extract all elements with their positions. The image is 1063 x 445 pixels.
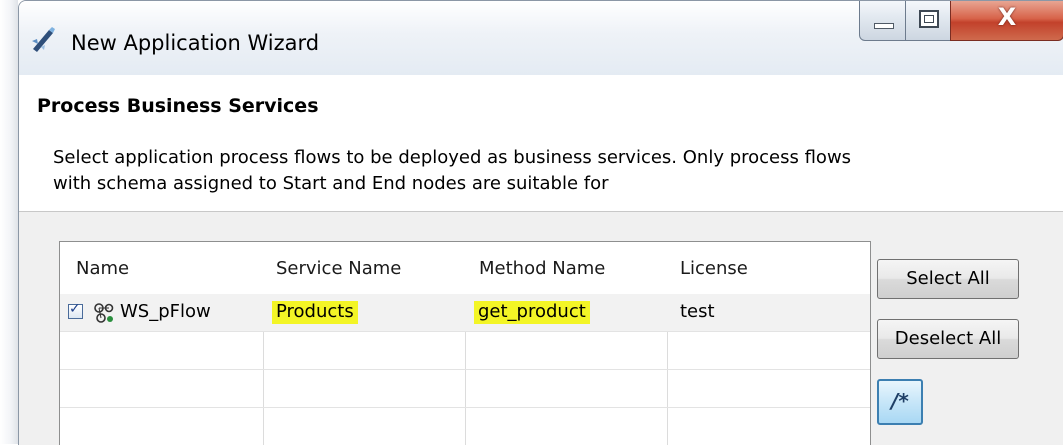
page-description: Select application process flows to be d… <box>53 147 852 194</box>
select-all-button[interactable]: Select All <box>877 259 1019 299</box>
column-header-service-name[interactable]: Service Name <box>276 258 401 279</box>
table-header: Name Service Name Method Name License <box>60 242 870 294</box>
column-header-name[interactable]: Name <box>76 258 129 279</box>
page-title: Process Business Services <box>37 95 319 117</box>
table-row <box>60 332 870 370</box>
cell-name: WS_pFlow <box>120 301 211 322</box>
process-flow-icon <box>94 303 114 323</box>
cell-service-name[interactable]: Products <box>272 301 358 324</box>
row-checkbox[interactable]: ✓ <box>68 301 83 319</box>
wizard-window: New Application Wizard X Process Busines… <box>18 0 1063 445</box>
window-controls: X <box>859 1 1063 43</box>
comment-button[interactable]: /* <box>877 379 923 425</box>
table-row <box>60 370 870 408</box>
minimize-icon <box>874 23 894 29</box>
cell-method-name[interactable]: get_product <box>474 301 590 324</box>
deselect-all-button[interactable]: Deselect All <box>877 319 1019 359</box>
wizard-wand-icon <box>32 27 55 52</box>
column-header-license[interactable]: License <box>680 258 748 279</box>
desktop-background <box>0 0 18 444</box>
wizard-header: Process Business Services Select applica… <box>19 75 1063 212</box>
table-row <box>60 408 870 445</box>
cell-license[interactable]: test <box>680 301 715 322</box>
title-bar[interactable]: New Application Wizard X <box>19 1 1063 75</box>
maximize-icon <box>919 10 939 28</box>
table-row[interactable]: ✓ WS_pFlow Products get_product test <box>60 294 870 332</box>
close-icon: X <box>997 3 1017 31</box>
process-flows-table: Name Service Name Method Name License ✓ … <box>59 241 871 445</box>
maximize-button[interactable] <box>905 1 951 41</box>
window-title: New Application Wizard <box>71 31 320 55</box>
minimize-button[interactable] <box>859 1 906 41</box>
close-button[interactable]: X <box>950 1 1063 41</box>
column-header-method-name[interactable]: Method Name <box>479 258 605 279</box>
checkmark-icon: ✓ <box>69 301 81 317</box>
